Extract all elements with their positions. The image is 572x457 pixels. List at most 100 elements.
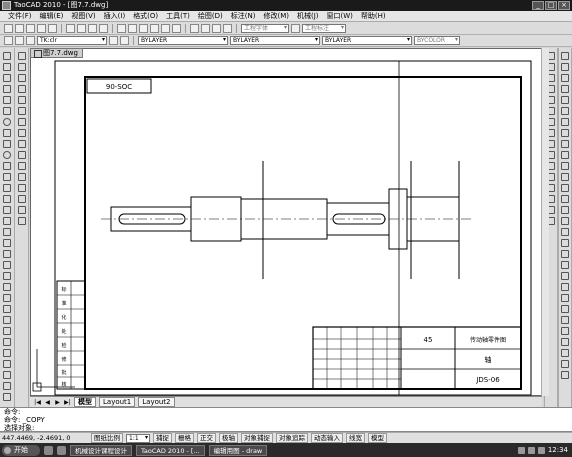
trim-icon[interactable] [17,151,26,159]
rectangle-icon[interactable] [3,96,11,104]
copy-object-icon[interactable] [17,63,26,71]
close-button[interactable]: × [558,1,570,10]
document-tab[interactable]: 图7.7.dwg [30,48,83,58]
dim-linear-icon[interactable] [561,239,569,247]
tray-ime-icon[interactable] [517,446,525,454]
start-button[interactable]: 开始 [2,444,40,456]
quicklaunch-folder-icon[interactable] [57,445,66,455]
text-style-combo[interactable]: 工程字体 [241,23,289,33]
task-course-design[interactable]: 机械设计课程设计 [70,444,132,456]
circle-icon[interactable] [3,118,11,126]
snap-extension-icon[interactable] [561,118,569,126]
snap-midpoint-icon[interactable] [561,85,569,93]
spline-icon[interactable] [3,140,11,148]
quicklaunch-browser-icon[interactable] [44,445,53,455]
sym-icon[interactable] [3,272,11,280]
menu-insert[interactable]: 插入(I) [100,11,130,21]
vertical-scrollbar[interactable] [541,48,549,396]
otrack-toggle[interactable]: 对象追踪 [276,433,308,443]
move-icon[interactable] [17,107,26,115]
dyn-toggle[interactable]: 动态输入 [311,433,343,443]
grid-toggle[interactable]: 栅格 [175,433,194,443]
dim-baseline-icon[interactable] [561,294,569,302]
dim-style-combo[interactable]: 工程标注 [302,23,346,33]
scale-icon[interactable] [17,129,26,137]
dim-continue-icon[interactable] [561,305,569,313]
plotstyle-combo[interactable]: BYCOLOR [414,36,460,45]
hatch-icon[interactable] [3,206,11,214]
maximize-button[interactable]: □ [545,1,557,10]
dim-g-icon[interactable] [3,393,11,401]
design-center-icon[interactable] [201,23,210,33]
mirror-icon[interactable] [17,74,26,82]
layer-previous-icon[interactable] [120,36,129,45]
sun-icon[interactable] [26,36,35,45]
snap-temp-icon[interactable] [561,52,569,60]
coordinate-display[interactable]: 447.4469, -2.4691, 0 [2,434,88,442]
polyline-icon[interactable] [3,74,11,82]
save-icon[interactable] [26,23,35,33]
paste-icon[interactable] [88,23,97,33]
dim-e-icon[interactable] [3,371,11,379]
command-window[interactable]: 命令: 命令: _COPY 选择对象: [0,407,572,432]
table-icon[interactable] [3,239,11,247]
layer-combo[interactable]: TK:clr [37,36,107,45]
snap-intersection-icon[interactable] [561,96,569,104]
revision-cloud-icon[interactable] [3,129,11,137]
explode-icon[interactable] [17,217,26,225]
rotate-icon[interactable] [17,118,26,126]
mtext-icon[interactable] [3,261,11,269]
scale-combo[interactable]: 1:1 [126,433,150,443]
help-icon[interactable] [223,23,232,33]
next-tab-icon[interactable]: ▶ [54,399,61,406]
ellipse-arc-icon[interactable] [3,162,11,170]
menu-format[interactable]: 格式(O) [129,11,162,21]
snap-toggle[interactable]: 捕捉 [153,433,172,443]
dim-c-icon[interactable] [3,349,11,357]
make-current-layer-icon[interactable] [109,36,118,45]
minimize-button[interactable]: _ [532,1,544,10]
properties-icon[interactable] [190,23,199,33]
text-a-icon[interactable] [3,283,11,291]
menu-view[interactable]: 视图(V) [67,11,99,21]
tab-model[interactable]: 模型 [74,397,96,407]
tab-layout1[interactable]: Layout1 [99,397,136,407]
snap-settings-icon[interactable] [561,228,569,236]
drawing-canvas[interactable]: 90-SOC 标 准 化 处 检 修 批 核 45 传动轴零件图 轴 JDS-0… [30,48,542,396]
linetype-combo[interactable]: BYLAYER [230,36,320,45]
point-icon[interactable] [3,195,11,203]
snap-none-icon[interactable] [561,217,569,225]
snap-endpoint-icon[interactable] [561,74,569,82]
app-icon[interactable] [2,1,11,10]
new-file-icon[interactable] [4,23,13,33]
match-properties-icon[interactable] [99,23,108,33]
dim-tolerance-icon[interactable] [561,327,569,335]
zoom-realtime-icon[interactable] [150,23,159,33]
fillet-icon[interactable] [17,206,26,214]
tray-network-icon[interactable] [527,446,535,454]
menu-dimension[interactable]: 标注(N) [227,11,260,21]
lwt-toggle[interactable]: 线宽 [346,433,365,443]
region-icon[interactable] [3,228,11,236]
polar-toggle[interactable]: 极轴 [219,433,238,443]
stretch-icon[interactable] [17,140,26,148]
snap-apparent-icon[interactable] [561,107,569,115]
snap-parallel-icon[interactable] [561,173,569,181]
dim-leader-icon[interactable] [561,316,569,324]
ortho-toggle[interactable]: 正交 [197,433,216,443]
menu-file[interactable]: 文件(F) [4,11,36,21]
make-block-icon[interactable] [3,184,11,192]
insert-block-icon[interactable] [3,173,11,181]
lightbulb-icon[interactable] [15,36,24,45]
construction-line-icon[interactable] [3,63,11,71]
polygon-icon[interactable] [3,85,11,93]
snap-tangent-icon[interactable] [561,151,569,159]
dim-edit-icon[interactable] [561,349,569,357]
zoom-window-icon[interactable] [161,23,170,33]
menu-mechanical[interactable]: 机械(J) [293,11,323,21]
snap-insert-icon[interactable] [561,184,569,192]
zoom-previous-icon[interactable] [172,23,181,33]
model-toggle[interactable]: 模型 [368,433,387,443]
dim-d-icon[interactable] [3,360,11,368]
menu-help[interactable]: 帮助(H) [357,11,390,21]
